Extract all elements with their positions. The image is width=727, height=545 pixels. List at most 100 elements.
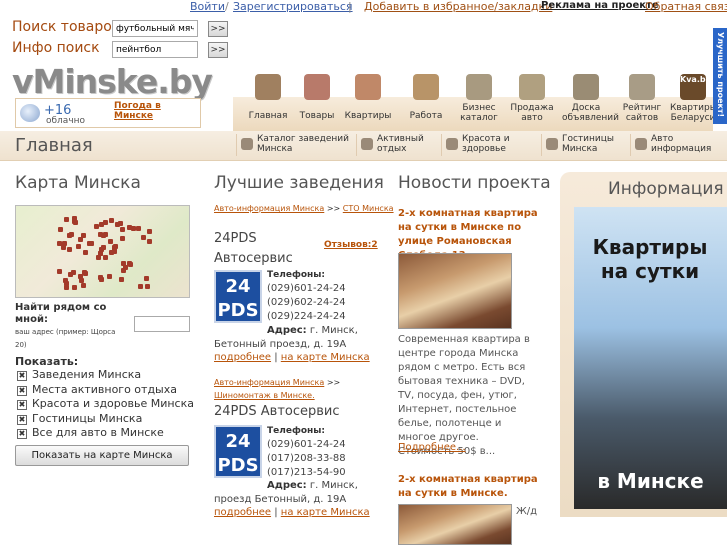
category-item-0[interactable]: Каталог заведений Минска [236, 134, 354, 156]
info-search-input[interactable] [112, 41, 198, 58]
map-filter-option[interactable]: ✖ Красота и здоровье Минска [17, 397, 194, 410]
map-marker-icon[interactable] [94, 223, 100, 229]
venue-1-title[interactable]: 24PDS Автосервис [214, 229, 314, 269]
apartments-banner[interactable]: Квартиры на сутки в Минске [574, 207, 727, 509]
venue-1-more-link[interactable]: подробнее [214, 352, 271, 363]
checkbox-checked-icon[interactable]: ✖ [17, 429, 27, 439]
map-marker-icon[interactable] [56, 268, 62, 274]
map-marker-icon[interactable] [58, 226, 64, 232]
checkbox-checked-icon[interactable]: ✖ [17, 400, 27, 410]
nav-item-7[interactable]: Рейтинг сайтов [618, 74, 666, 123]
nav-item-5[interactable]: Продажа авто [508, 74, 556, 123]
map-marker-icon[interactable] [67, 271, 73, 277]
map-marker-icon[interactable] [62, 240, 68, 246]
map-marker-icon[interactable] [131, 225, 137, 231]
map-marker-icon[interactable] [111, 248, 117, 254]
map-marker-icon[interactable] [119, 235, 125, 241]
nav-item-0[interactable]: Главная [244, 74, 292, 121]
venue-1-crumb-sto[interactable]: СТО Минска [343, 204, 394, 213]
news-1-more-link[interactable]: Подробнее... [398, 442, 466, 453]
map-filter-option[interactable]: ✖ Гостиницы Минска [17, 412, 142, 425]
map-marker-icon[interactable] [144, 276, 150, 282]
map-marker-icon[interactable] [118, 276, 124, 282]
checkbox-checked-icon[interactable]: ✖ [17, 385, 27, 396]
map-marker-icon[interactable] [77, 236, 83, 242]
map-marker-icon[interactable] [99, 277, 105, 283]
map-marker-icon[interactable] [67, 247, 73, 253]
venue-1-crumb-auto[interactable]: Авто-информация Минска [214, 204, 324, 213]
map-marker-icon[interactable] [63, 217, 69, 223]
map-marker-icon[interactable] [76, 243, 82, 249]
category-item-4[interactable]: Авто информация [630, 134, 726, 156]
map-marker-icon[interactable] [72, 284, 78, 290]
weather-link[interactable]: Погода в Минске [114, 101, 200, 121]
map-marker-icon[interactable] [107, 239, 113, 245]
show-label: Показать: [15, 355, 79, 368]
map-marker-icon[interactable] [56, 241, 62, 247]
add-favorites-link[interactable]: Добавить в избранное/закладки [364, 0, 552, 13]
address-input[interactable] [134, 316, 190, 332]
map-marker-icon[interactable] [102, 255, 108, 261]
map-marker-icon[interactable] [137, 283, 143, 289]
map-marker-icon[interactable] [145, 283, 151, 289]
nav-item-2[interactable]: Квартиры [344, 74, 392, 121]
venue-2-title[interactable]: 24PDS Автосервис [214, 402, 340, 422]
nav-item-4[interactable]: Бизнес каталог [455, 74, 503, 123]
map-marker-icon[interactable] [115, 222, 121, 228]
nav-item-3[interactable]: Работа [402, 74, 450, 121]
register-link[interactable]: Зарегистрироваться [233, 0, 353, 13]
map-marker-icon[interactable] [81, 282, 87, 288]
nav-item-label: Доска объявлений [562, 103, 620, 123]
venue-1-phones-label: Телефоны: [267, 270, 326, 280]
advertising-link[interactable]: Реклама на проекте [541, 0, 659, 11]
info-search-button[interactable]: >> [208, 42, 228, 58]
map-marker-icon[interactable] [102, 219, 108, 225]
venue-2-map-link[interactable]: на карте Минска [281, 507, 370, 518]
map-marker-icon[interactable] [136, 226, 142, 232]
nav-item-6[interactable]: Доска объявлений [562, 74, 620, 123]
goods-search-button[interactable]: >> [208, 21, 228, 37]
map-marker-icon[interactable] [71, 216, 77, 222]
venue-1-reviews-link[interactable]: Отзывов:2 [324, 240, 378, 250]
map-marker-icon[interactable] [108, 217, 114, 223]
show-on-map-button[interactable]: Показать на карте Минска [15, 445, 189, 466]
map-marker-icon[interactable] [107, 274, 113, 280]
venue-1-map-link[interactable]: на карте Минска [281, 352, 370, 363]
minsk-map[interactable] [15, 205, 190, 298]
improve-project-tab[interactable]: Улучшить проект! [713, 28, 727, 124]
map-marker-icon[interactable] [82, 250, 88, 256]
map-marker-icon[interactable] [64, 285, 70, 291]
goods-search-input[interactable] [112, 20, 198, 37]
site-logo[interactable]: vMinske.by [12, 62, 213, 102]
nav-item-1[interactable]: Товары [293, 74, 341, 121]
map-marker-icon[interactable] [68, 231, 74, 237]
map-marker-icon[interactable] [146, 238, 152, 244]
login-link[interactable]: Войти [190, 0, 225, 13]
checkbox-checked-icon[interactable]: ✖ [17, 414, 27, 425]
catalog-small-icon [241, 138, 253, 150]
map-marker-icon[interactable] [86, 241, 92, 247]
venue-2-crumb-tires[interactable]: Шиномонтаж в Минске. [214, 391, 315, 400]
map-marker-icon[interactable] [146, 229, 152, 235]
news-2-photo[interactable] [398, 504, 512, 545]
category-item-1[interactable]: Активный отдых [356, 134, 440, 156]
venue-2-more-link[interactable]: подробнее [214, 507, 271, 518]
news-2-title[interactable]: 2-х комнатная квартира на сутки в Минске… [398, 473, 548, 501]
news-1-photo[interactable] [398, 253, 512, 329]
rating-icon [629, 74, 655, 100]
map-marker-icon[interactable] [77, 274, 83, 280]
checkbox-checked-icon[interactable]: ✖ [17, 371, 27, 381]
map-filter-option[interactable]: ✖ Заведения Минска [17, 368, 141, 381]
map-marker-icon[interactable] [100, 232, 106, 238]
feedback-link[interactable]: Обратная связь [645, 0, 727, 13]
category-item-2[interactable]: Красота и здоровье [441, 134, 539, 156]
nav-item-8[interactable]: Kva.by Квартиры Беларуси [670, 74, 717, 123]
map-marker-icon[interactable] [123, 264, 129, 270]
map-marker-icon[interactable] [101, 245, 107, 251]
map-filter-option[interactable]: ✖ Все для авто в Минске [17, 426, 164, 439]
category-item-3[interactable]: Гостиницы Минска [541, 134, 629, 156]
map-marker-icon[interactable] [119, 227, 125, 233]
map-filter-option[interactable]: ✖ Места активного отдыха [17, 383, 177, 396]
map-marker-icon[interactable] [141, 234, 147, 240]
venue-2-crumb-auto[interactable]: Авто-информация Минска [214, 378, 324, 387]
